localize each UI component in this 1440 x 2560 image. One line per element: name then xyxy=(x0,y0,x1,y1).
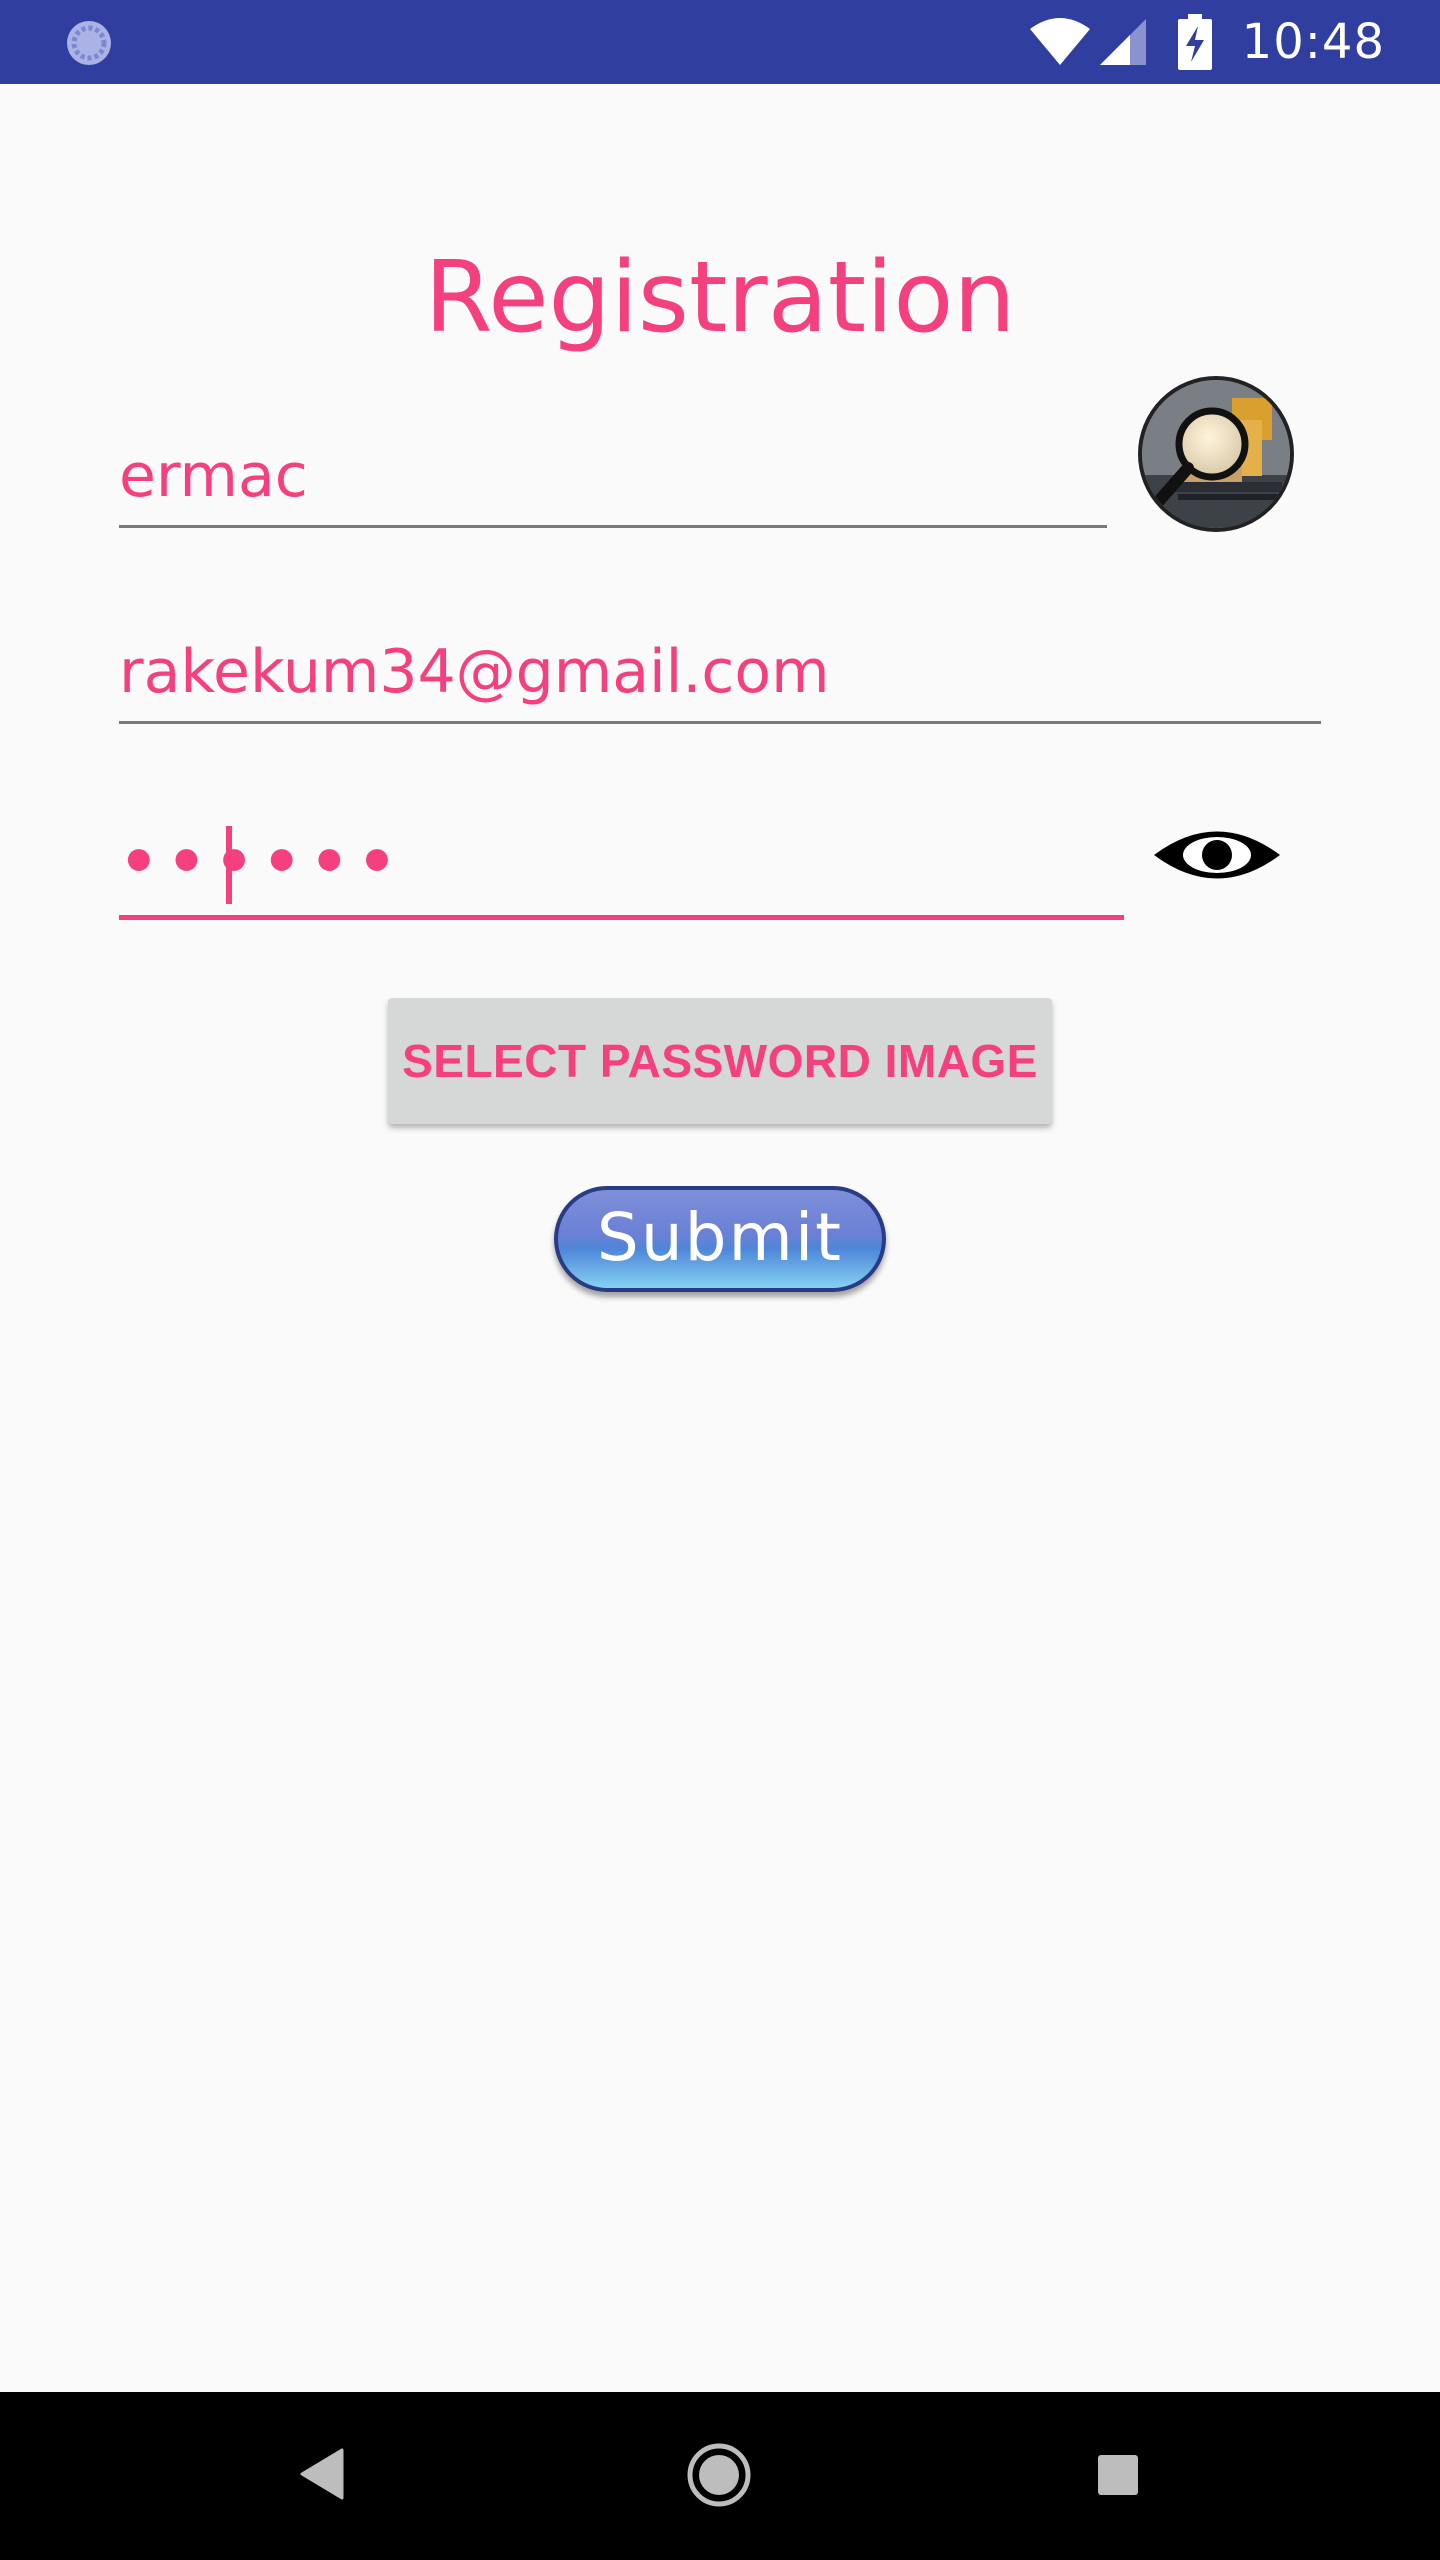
submit-label: Submit xyxy=(596,1198,844,1276)
registration-screen: 10:48 Registration ermac rakekum34@gmail… xyxy=(0,0,1440,2560)
email-underline xyxy=(119,721,1321,724)
password-value: •••••• xyxy=(119,825,405,898)
username-value: ermac xyxy=(119,441,308,511)
signal-icon xyxy=(1099,19,1146,65)
status-icons: 10:48 xyxy=(1028,0,1385,84)
email-value: rakekum34@gmail.com xyxy=(119,637,830,707)
loading-icon xyxy=(67,21,111,65)
home-icon[interactable] xyxy=(686,2442,752,2508)
clock: 10:48 xyxy=(1241,14,1385,70)
password-underline xyxy=(119,915,1124,920)
wifi-icon xyxy=(1029,18,1090,65)
password-field[interactable]: •••••• xyxy=(119,816,1124,920)
select-password-image-button[interactable]: SELECT PASSWORD IMAGE xyxy=(388,998,1052,1124)
username-field[interactable]: ermac xyxy=(119,436,1107,528)
image-search-icon[interactable] xyxy=(1138,376,1294,532)
status-bar: 10:48 xyxy=(0,0,1440,84)
submit-button[interactable]: Submit xyxy=(554,1186,886,1292)
select-password-image-label: SELECT PASSWORD IMAGE xyxy=(402,1035,1038,1087)
email-field[interactable]: rakekum34@gmail.com xyxy=(119,632,1321,724)
username-underline xyxy=(119,525,1107,528)
eye-icon[interactable] xyxy=(1152,826,1282,884)
back-icon[interactable] xyxy=(298,2448,344,2500)
text-cursor xyxy=(226,826,232,904)
recents-icon[interactable] xyxy=(1097,2454,1139,2496)
page-title: Registration xyxy=(424,241,1016,355)
battery-charging-icon xyxy=(1177,14,1212,70)
